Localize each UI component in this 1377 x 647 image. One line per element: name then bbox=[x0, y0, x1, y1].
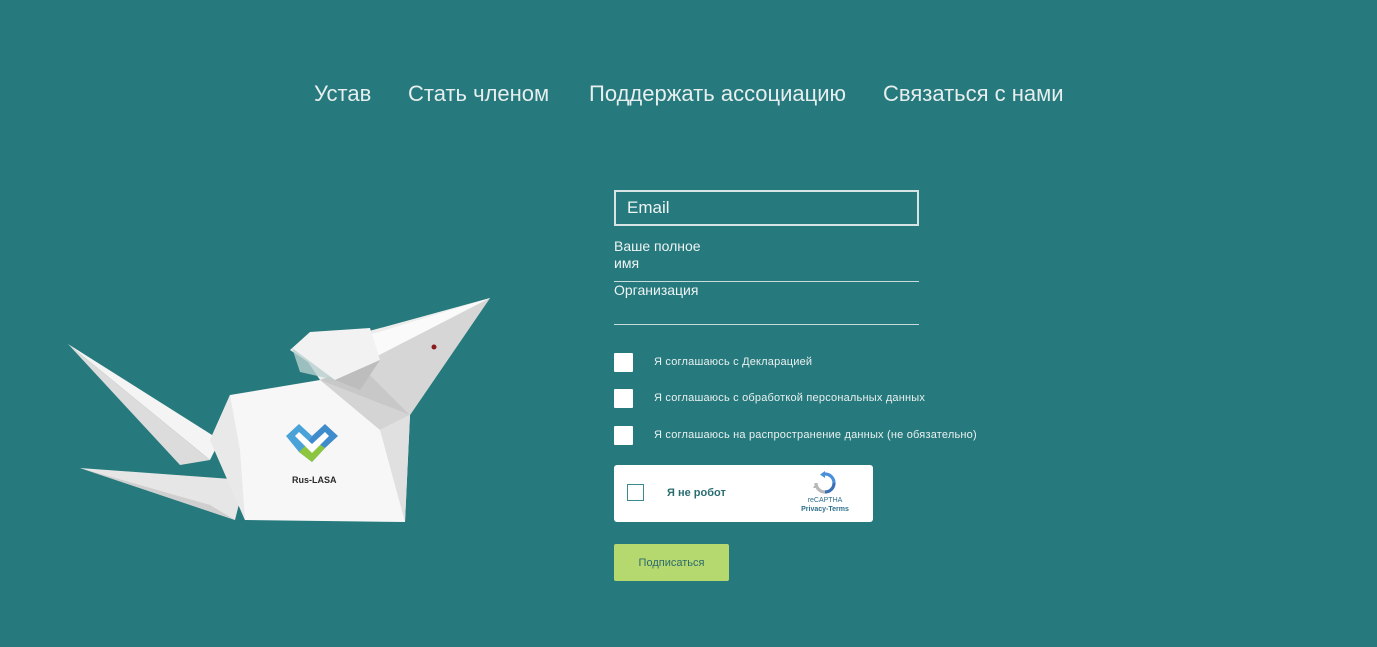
organization-field[interactable]: Организация bbox=[614, 282, 919, 325]
consent-distribution-checkbox[interactable] bbox=[614, 426, 633, 445]
top-nav: Устав Стать членом Поддержать ассоциацию… bbox=[0, 80, 1377, 110]
recaptcha-widget: Я не робот reCAPTHA Privacy-Terms bbox=[614, 465, 873, 522]
nav-link-become-member[interactable]: Стать членом bbox=[408, 80, 549, 108]
nav-link-support-association[interactable]: Поддержать ассоциацию bbox=[589, 80, 846, 108]
consent-declaration-label: Я соглашаюсь с Декларацией bbox=[654, 356, 813, 368]
full-name-label: Ваше полное имя bbox=[614, 238, 701, 271]
consent-personal-data-checkbox[interactable] bbox=[614, 389, 633, 408]
subscribe-button[interactable]: Подписаться bbox=[614, 544, 729, 581]
recaptcha-icon bbox=[813, 471, 837, 495]
consent-declaration-checkbox[interactable] bbox=[614, 353, 633, 372]
consent-personal-data-label: Я соглашаюсь с обработкой персональных д… bbox=[654, 392, 926, 404]
recaptcha-brand: reCAPTHA bbox=[807, 497, 843, 504]
recaptcha-privacy-terms-link[interactable]: Privacy-Terms bbox=[794, 506, 856, 513]
recaptcha-checkbox[interactable] bbox=[627, 484, 644, 501]
full-name-field[interactable]: Ваше полное имя bbox=[614, 238, 919, 282]
brand-label: Rus-LASA bbox=[292, 475, 337, 485]
organization-label: Организация bbox=[614, 282, 699, 298]
origami-mouse-image: Rus-LASA bbox=[60, 290, 500, 530]
recaptcha-label: Я не робот bbox=[667, 487, 726, 499]
email-field[interactable] bbox=[614, 190, 919, 226]
nav-link-contact-us[interactable]: Связаться с нами bbox=[883, 80, 1064, 108]
nav-link-charter[interactable]: Устав bbox=[314, 80, 371, 108]
consent-distribution-label: Я соглашаюсь на распространение данных (… bbox=[654, 429, 977, 441]
